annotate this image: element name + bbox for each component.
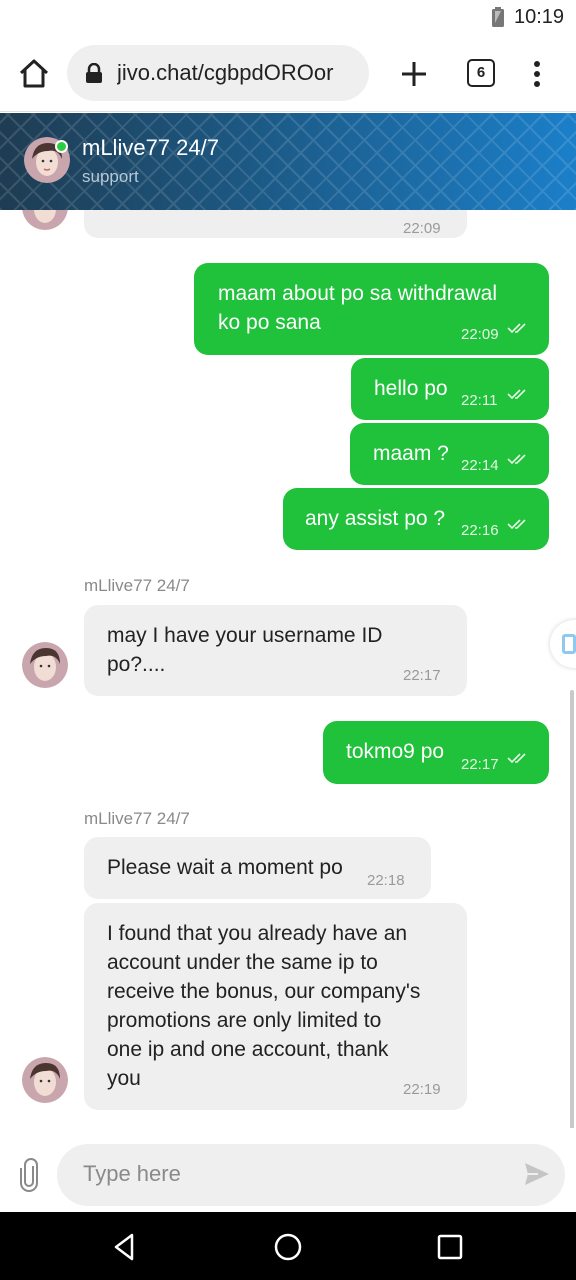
- outgoing-message: any assist po ? 22:16: [283, 488, 549, 550]
- widget-icon: [562, 634, 576, 654]
- read-ticks-icon: [507, 454, 526, 465]
- message-text-line: promotions are only limited to: [107, 1009, 382, 1032]
- incoming-message: may I have your username ID po?.... 22:1…: [84, 605, 467, 696]
- message-time: 22:09: [461, 326, 499, 343]
- system-nav-bar: [0, 1212, 576, 1280]
- back-icon[interactable]: [108, 1230, 142, 1264]
- agent-avatar-small: [22, 642, 68, 688]
- address-bar[interactable]: jivo.chat/cgbpdOROor: [67, 45, 369, 101]
- plus-icon[interactable]: [396, 56, 432, 92]
- read-ticks-icon: [507, 323, 526, 334]
- agent-name: mLlive77 24/7: [82, 135, 219, 160]
- incoming-message: Please wait a moment po 22:18: [84, 837, 431, 899]
- message-text-line: receive the bonus, our company's: [107, 980, 421, 1003]
- chat-header: mLlive77 24/7 support: [0, 113, 576, 210]
- header-pattern: [0, 113, 576, 210]
- message-text-line: po?....: [107, 653, 166, 676]
- outgoing-message: maam about po sa withdrawal ko po sana 2…: [194, 263, 549, 355]
- agent-avatar-small: [22, 210, 68, 230]
- sender-name: mLlive77 24/7: [84, 809, 190, 828]
- message-time: 22:16: [461, 522, 499, 539]
- message-time: 22:17: [461, 756, 499, 773]
- message-time: 22:11: [461, 392, 498, 409]
- message-text-line: may I have your username ID: [107, 624, 383, 647]
- outgoing-message: maam ? 22:14: [350, 423, 549, 485]
- agent-subtitle: support: [82, 167, 139, 186]
- status-bar: 10:19: [0, 0, 576, 36]
- recents-icon[interactable]: [433, 1230, 467, 1264]
- message-text: any assist po ?: [305, 507, 446, 530]
- message-text-line: ko po sana: [218, 311, 321, 334]
- message-text: tokmo9 po: [346, 740, 445, 763]
- status-time: 10:19: [514, 6, 565, 28]
- url-text: jivo.chat/cgbpdOROor: [117, 60, 334, 85]
- tab-switcher-button[interactable]: 6: [467, 59, 495, 87]
- sender-name: mLlive77 24/7: [84, 576, 190, 595]
- message-time: 22:18: [367, 872, 405, 889]
- battery-icon: [492, 7, 504, 27]
- message-list[interactable]: 22:09 maam about po sa withdrawal ko po …: [0, 210, 576, 1128]
- message-text-line: account under the same ip to: [107, 951, 378, 974]
- outgoing-message: tokmo9 po 22:17: [323, 721, 549, 784]
- outgoing-message: hello po 22:11: [351, 358, 549, 420]
- home-icon[interactable]: [14, 54, 54, 94]
- agent-avatar-small: [22, 1057, 68, 1103]
- message-text-line: I found that you already have an: [107, 922, 408, 945]
- home-circle-icon[interactable]: [271, 1230, 305, 1264]
- message-text-line: maam about po sa withdrawal: [218, 282, 497, 305]
- browser-toolbar: jivo.chat/cgbpdOROor 6: [0, 36, 576, 112]
- send-icon[interactable]: [524, 1162, 550, 1186]
- read-ticks-icon: [507, 519, 526, 530]
- message-time: 22:17: [403, 667, 441, 684]
- message-time: 22:09: [403, 220, 441, 237]
- message-text: Please wait a moment po: [107, 856, 343, 879]
- message-time: 22:14: [461, 457, 499, 474]
- read-ticks-icon: [507, 389, 526, 400]
- incoming-message: 22:09: [84, 210, 467, 238]
- message-input[interactable]: [83, 1158, 503, 1190]
- message-text: maam ?: [373, 442, 449, 465]
- message-text-line: you: [107, 1067, 141, 1090]
- message-text: hello po: [374, 377, 448, 400]
- composer: [0, 1128, 576, 1212]
- message-text-line: one ip and one account, thank: [107, 1038, 389, 1061]
- incoming-message: I found that you already have an account…: [84, 903, 467, 1110]
- message-input-container[interactable]: [57, 1144, 565, 1206]
- online-status-dot: [55, 140, 68, 153]
- lock-icon: [86, 63, 102, 83]
- paperclip-icon[interactable]: [18, 1158, 40, 1192]
- more-vert-icon[interactable]: [526, 56, 548, 92]
- read-ticks-icon: [507, 753, 526, 764]
- message-time: 22:19: [403, 1081, 441, 1098]
- scrollbar[interactable]: [570, 690, 574, 1135]
